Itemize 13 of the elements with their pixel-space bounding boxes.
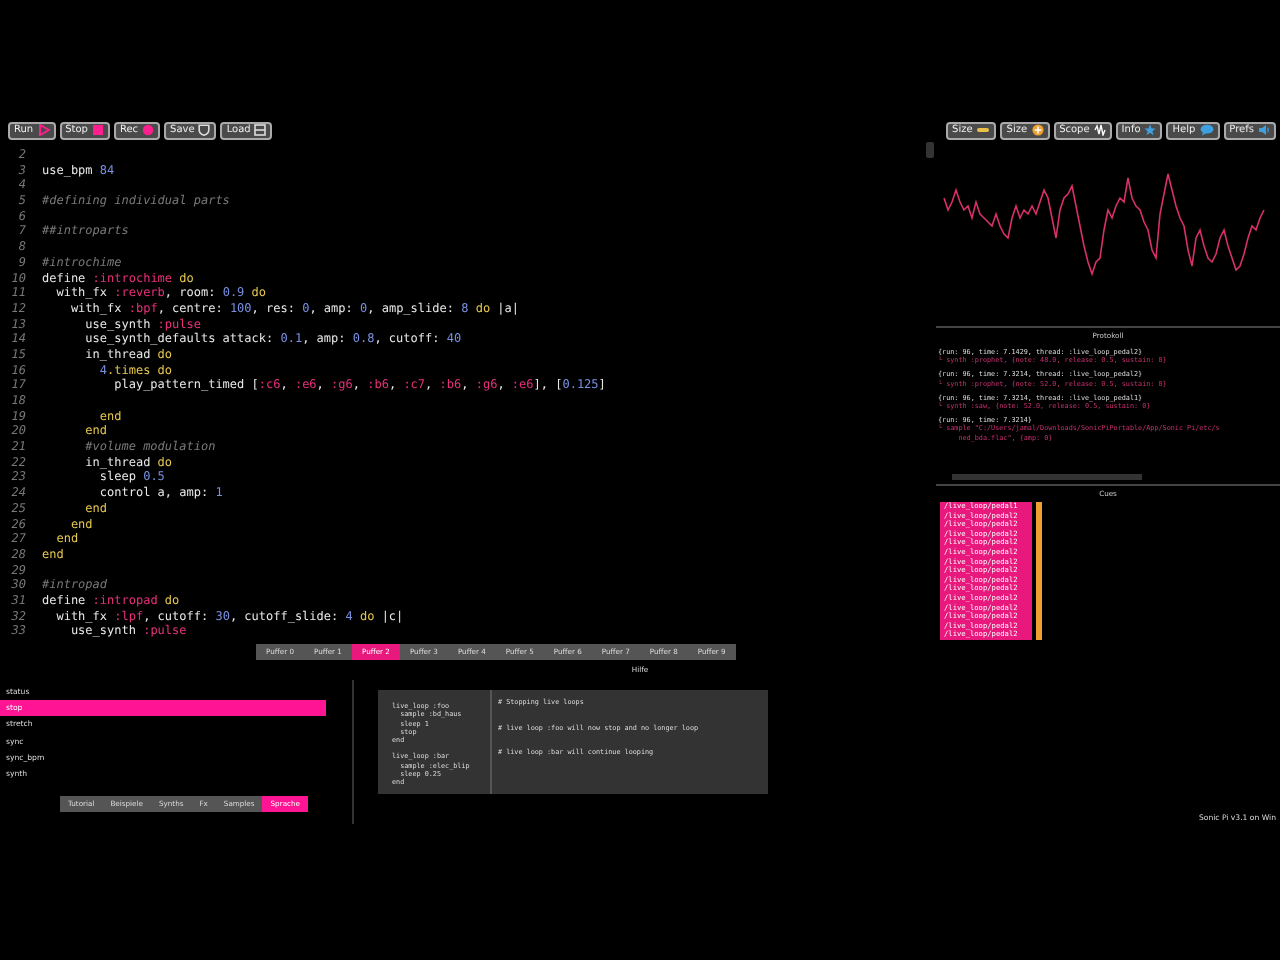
stop-icon [91, 124, 104, 136]
scrollbar-thumb[interactable] [952, 474, 1142, 480]
star-icon [1144, 124, 1157, 136]
speech-bubble-icon [1199, 124, 1214, 136]
shield-icon [198, 124, 211, 136]
plus-icon [1031, 124, 1044, 136]
box-icon [254, 124, 267, 136]
minus-icon [976, 124, 991, 136]
waveform-icon [1093, 124, 1106, 136]
play-icon [37, 124, 50, 136]
scrollbar-thumb[interactable] [926, 142, 934, 158]
speaker-icon [1258, 124, 1270, 136]
record-icon [142, 124, 155, 136]
